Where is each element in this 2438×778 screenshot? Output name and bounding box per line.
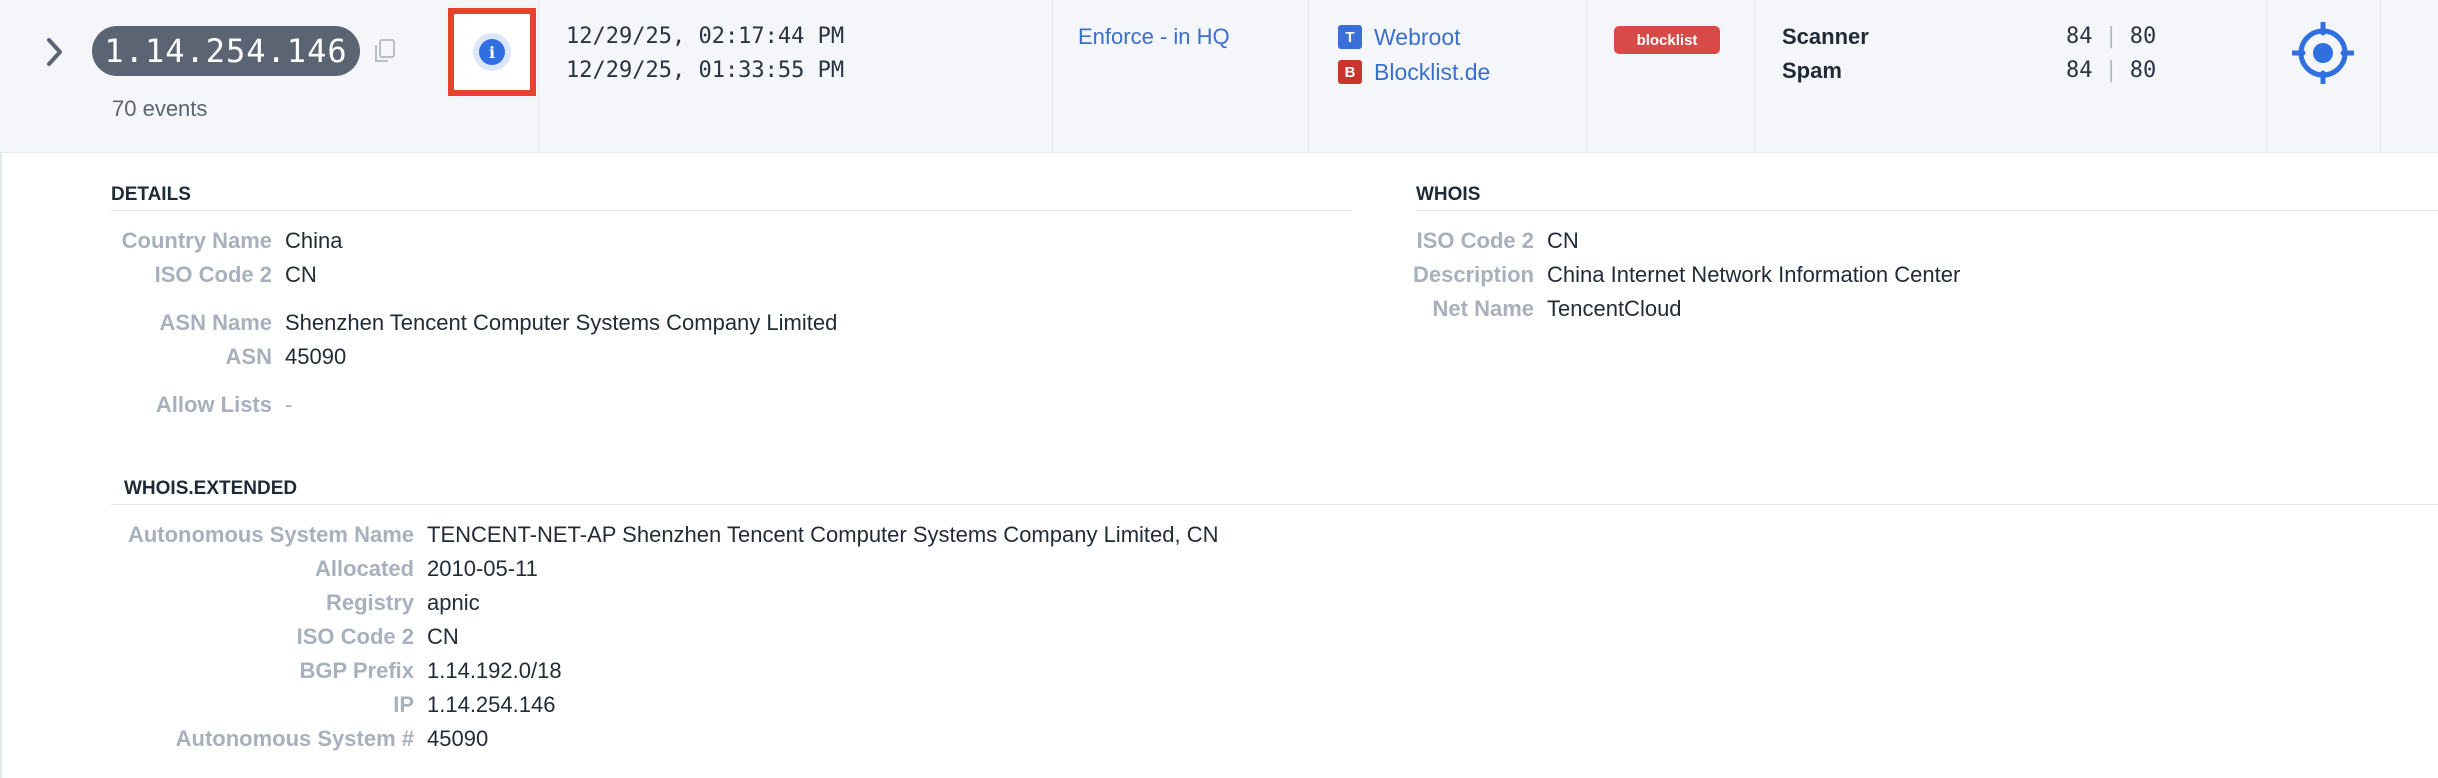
field-label: ISO Code 2 [1416, 228, 1534, 253]
field-label: ASN Name [159, 310, 272, 335]
field-label: ASN [225, 344, 272, 369]
field-label: ISO Code 2 [296, 624, 414, 649]
field-value-ip: 1.14.254.146 [427, 692, 556, 717]
score-spam: 84 | 80 [2066, 58, 2157, 83]
field-value-net-name: TencentCloud [1547, 296, 1682, 321]
timestamp-last: 12/29/25, 02:17:44 PM [566, 24, 845, 49]
field-label: IP [393, 692, 414, 717]
source-label: Webroot [1374, 23, 1461, 50]
column-divider [1754, 0, 1755, 152]
field-label: Country Name [121, 228, 272, 253]
column-divider [538, 0, 539, 152]
column-divider [2266, 0, 2267, 152]
field-label: BGP Prefix [299, 658, 414, 683]
field-value-bgp-prefix: 1.14.192.0/18 [427, 658, 562, 683]
ip-address[interactable]: 1.14.254.146 [92, 26, 360, 76]
target-icon[interactable] [2290, 20, 2356, 86]
info-icon: i [479, 39, 505, 65]
score-b: 80 [2129, 58, 2157, 83]
field-label: Autonomous System # [175, 726, 414, 751]
field-value-country: China [285, 228, 343, 253]
field-value-allow-lists: - [285, 392, 293, 417]
field-value-iso: CN [285, 262, 317, 287]
score-a: 84 [2066, 58, 2093, 83]
score-a: 84 [2066, 24, 2093, 49]
column-divider [1052, 0, 1053, 152]
field-label: Autonomous System Name [127, 522, 414, 547]
details-title: DETAILS [111, 184, 191, 205]
source-webroot[interactable]: T Webroot [1338, 24, 1461, 50]
field-label: Allow Lists [155, 392, 272, 417]
field-value-registry: apnic [427, 590, 480, 615]
details-divider [111, 210, 1352, 211]
chevron-right-icon[interactable] [40, 32, 70, 72]
ip-row[interactable]: 1.14.254.146 70 events i 12/29/25, 02:17… [0, 0, 2438, 153]
field-label: Net Name [1432, 296, 1534, 321]
field-value-allocated: 2010-05-11 [427, 556, 538, 581]
column-divider [1308, 0, 1309, 152]
info-button[interactable]: i [448, 8, 536, 96]
source-blocklist-de[interactable]: B Blocklist.de [1338, 59, 1490, 85]
field-value-asn-name: Shenzhen Tencent Computer Systems Compan… [285, 310, 838, 335]
field-label: Description [1412, 262, 1534, 287]
field-value-as-number: 45090 [427, 726, 489, 751]
whois-extended-divider [111, 504, 2438, 505]
policy-link[interactable]: Enforce - in HQ [1078, 24, 1230, 50]
source-label: Blocklist.de [1374, 58, 1491, 85]
field-label: Registry [325, 590, 414, 615]
event-count: 70 events [112, 96, 208, 121]
score-b: 80 [2129, 24, 2157, 49]
timestamp-first: 12/29/25, 01:33:55 PM [566, 58, 845, 83]
whois-title: WHOIS [1416, 184, 1481, 205]
column-divider [2380, 0, 2381, 152]
source-badge-b: B [1338, 60, 1362, 84]
category-spam: Spam [1782, 58, 1842, 83]
whois-extended-title: WHOIS.EXTENDED [124, 478, 298, 499]
field-value-asn: 45090 [285, 344, 347, 369]
field-value-as-name: TENCENT-NET-AP Shenzhen Tencent Computer… [427, 522, 1219, 547]
whois-divider [1416, 210, 2438, 211]
field-value-description: China Internet Network Information Cente… [1547, 262, 1961, 287]
copy-icon[interactable] [374, 38, 396, 64]
category-scanner: Scanner [1782, 24, 1869, 49]
score-scanner: 84 | 80 [2066, 24, 2157, 49]
field-label: ISO Code 2 [154, 262, 272, 287]
column-divider [1586, 0, 1587, 152]
field-value-iso: CN [1547, 228, 1579, 253]
blocklist-tag: blocklist [1614, 26, 1720, 54]
field-value-iso: CN [427, 624, 459, 649]
source-badge-t: T [1338, 25, 1362, 49]
field-label: Allocated [314, 556, 414, 581]
